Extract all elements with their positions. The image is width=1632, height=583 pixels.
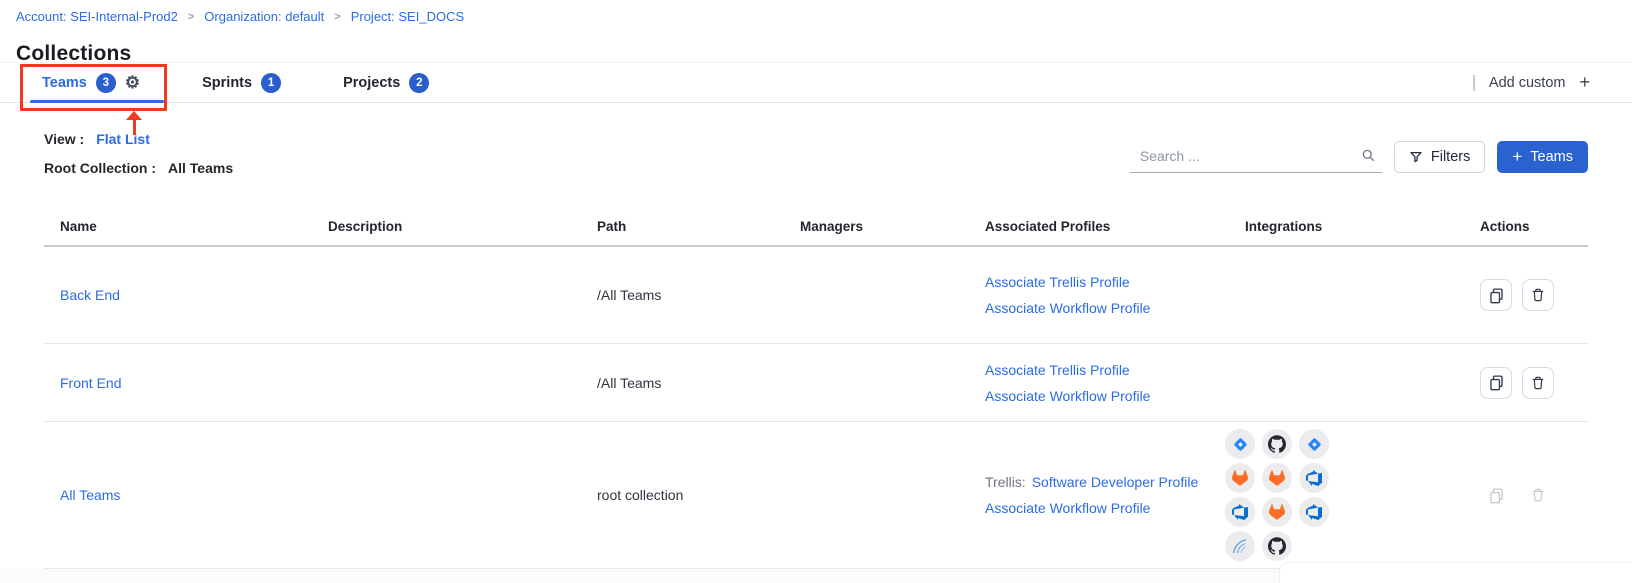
- trellis-profile-link[interactable]: Software Developer Profile: [1032, 474, 1199, 490]
- search-input[interactable]: [1138, 147, 1355, 165]
- delete-collection-button[interactable]: [1522, 367, 1554, 399]
- trash-icon: [1530, 487, 1546, 503]
- breadcrumb: Account: SEI-Internal-Prod2 > Organizati…: [16, 9, 464, 24]
- integration-icon-jira: [1225, 429, 1255, 459]
- cell-actions: [1440, 279, 1588, 311]
- add-custom-button[interactable]: Add custom +: [1473, 63, 1590, 102]
- column-header-description: Description: [328, 219, 597, 234]
- integration-icon-azure-devops: [1225, 497, 1255, 527]
- collection-name-link[interactable]: All Teams: [60, 487, 120, 503]
- breadcrumb-account-link[interactable]: Account: SEI-Internal-Prod2: [16, 9, 178, 24]
- copy-icon: [1488, 287, 1505, 304]
- trash-icon: [1530, 287, 1546, 303]
- associate-trellis-profile-link[interactable]: Associate Trellis Profile: [985, 274, 1130, 290]
- plus-icon: +: [1579, 72, 1590, 93]
- integration-icon-azure-devops: [1299, 463, 1329, 493]
- filter-funnel-icon: [1409, 150, 1423, 164]
- copy-icon: [1488, 487, 1505, 504]
- integration-icon-gitlab: [1225, 463, 1255, 493]
- column-header-path: Path: [597, 219, 800, 234]
- cell-integrations: [1215, 429, 1440, 561]
- integration-icon-sonarqube: [1225, 531, 1255, 561]
- breadcrumb-organization-link[interactable]: Organization: default: [204, 9, 324, 24]
- tab-sprints[interactable]: Sprints 1: [200, 63, 283, 102]
- associate-workflow-profile-link[interactable]: Associate Workflow Profile: [985, 500, 1150, 516]
- trash-icon: [1530, 375, 1546, 391]
- tab-sprints-label: Sprints: [202, 75, 252, 91]
- table-row: All Teams root collection Trellis: Softwa…: [44, 422, 1588, 569]
- column-header-managers: Managers: [800, 219, 985, 234]
- tab-teams-count-badge: 3: [96, 73, 116, 93]
- delete-collection-button-disabled: [1522, 479, 1554, 511]
- column-header-actions: Actions: [1440, 219, 1588, 234]
- table-row: Front End /All Teams Associate Trellis P…: [44, 344, 1588, 422]
- view-mode-link[interactable]: Flat List: [96, 131, 150, 147]
- settings-gear-icon[interactable]: ⚙: [125, 74, 140, 91]
- cell-actions: [1440, 367, 1588, 399]
- tab-projects-label: Projects: [343, 75, 400, 91]
- filters-label: Filters: [1431, 149, 1470, 165]
- filters-button[interactable]: Filters: [1394, 141, 1485, 173]
- view-controls: View : Flat List Root Collection : All T…: [44, 131, 233, 176]
- tab-bar: Teams 3 ⚙ Sprints 1 Projects 2 Add custo…: [0, 62, 1632, 103]
- collection-name-link[interactable]: Front End: [60, 375, 121, 391]
- chevron-right-icon: >: [188, 11, 194, 23]
- annotation-arrow-stem: [133, 120, 136, 135]
- delete-collection-button[interactable]: [1522, 279, 1554, 311]
- search-icon: [1361, 148, 1376, 163]
- associate-workflow-profile-link[interactable]: Associate Workflow Profile: [985, 300, 1150, 316]
- root-collection-value: All Teams: [168, 160, 233, 176]
- profile-prefix: Trellis:: [985, 474, 1026, 490]
- bottom-right-panel: [1279, 562, 1632, 583]
- table-header-row: Name Description Path Managers Associate…: [44, 208, 1588, 247]
- table-row: Back End /All Teams Associate Trellis Pr…: [44, 247, 1588, 344]
- integration-icon-github: [1262, 429, 1292, 459]
- cell-associated-profiles: Associate Trellis Profile Associate Work…: [985, 274, 1215, 316]
- column-header-name: Name: [44, 219, 328, 234]
- collection-name-link[interactable]: Back End: [60, 287, 120, 303]
- tab-teams-label: Teams: [42, 75, 87, 91]
- tab-projects-count-badge: 2: [409, 73, 429, 93]
- vertical-divider: [1473, 75, 1475, 91]
- copy-collection-button[interactable]: [1480, 367, 1512, 399]
- tab-teams[interactable]: Teams 3 ⚙: [40, 63, 142, 102]
- copy-icon: [1488, 374, 1505, 391]
- associate-trellis-profile-link[interactable]: Associate Trellis Profile: [985, 362, 1130, 378]
- annotation-arrow-head: [126, 111, 142, 120]
- collections-table: Name Description Path Managers Associate…: [44, 208, 1588, 569]
- root-collection-label: Root Collection :: [44, 160, 156, 176]
- cell-associated-profiles: Associate Trellis Profile Associate Work…: [985, 362, 1215, 404]
- cell-actions: [1440, 479, 1588, 511]
- copy-collection-button[interactable]: [1480, 279, 1512, 311]
- table-toolbar: Filters + Teams: [1130, 141, 1588, 173]
- integrations-grid: [1225, 429, 1440, 561]
- cell-associated-profiles: Trellis: Software Developer Profile Assoc…: [985, 474, 1215, 516]
- copy-collection-button-disabled: [1480, 479, 1512, 511]
- tab-projects[interactable]: Projects 2: [341, 63, 431, 102]
- cell-path: /All Teams: [597, 287, 800, 303]
- integration-icon-jira: [1299, 429, 1329, 459]
- integration-icon-gitlab: [1262, 463, 1292, 493]
- tab-sprints-count-badge: 1: [261, 73, 281, 93]
- associate-workflow-profile-link[interactable]: Associate Workflow Profile: [985, 388, 1150, 404]
- add-teams-label: Teams: [1530, 149, 1573, 165]
- cell-path: /All Teams: [597, 375, 800, 391]
- column-header-associated-profiles: Associated Profiles: [985, 219, 1215, 234]
- chevron-right-icon: >: [334, 11, 340, 23]
- integration-icon-github: [1262, 531, 1292, 561]
- breadcrumb-project-link[interactable]: Project: SEI_DOCS: [351, 9, 464, 24]
- add-custom-label: Add custom: [1489, 75, 1566, 91]
- column-header-integrations: Integrations: [1215, 219, 1440, 234]
- add-teams-button[interactable]: + Teams: [1497, 141, 1588, 173]
- view-label: View :: [44, 131, 84, 147]
- plus-icon: +: [1512, 147, 1522, 167]
- search-box[interactable]: [1130, 142, 1382, 173]
- integration-icon-gitlab: [1262, 497, 1292, 527]
- cell-path: root collection: [597, 487, 800, 503]
- integration-icon-azure-devops: [1299, 497, 1329, 527]
